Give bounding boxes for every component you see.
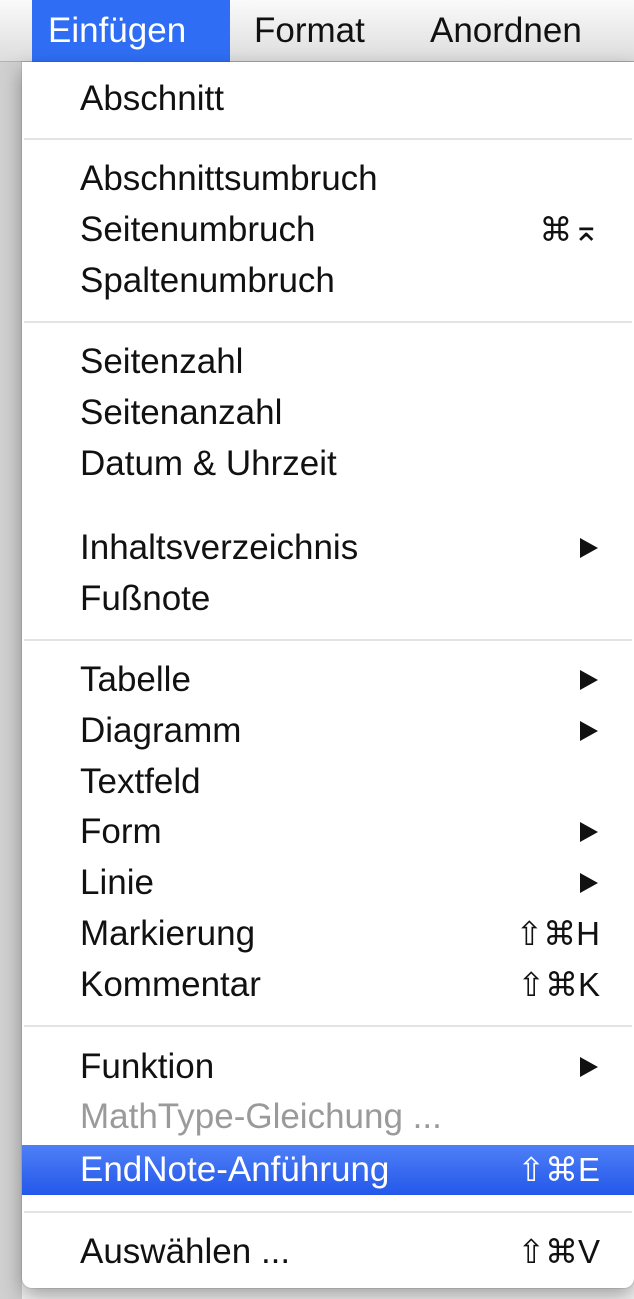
menu-item-fussnote[interactable]: Fußnote	[22, 574, 634, 624]
menu-item-label: Abschnitt	[80, 79, 224, 118]
submenu-arrow-icon	[580, 538, 598, 558]
menu-bar: Einfügen Format Anordnen	[0, 0, 634, 62]
menu-item-label: Funktion	[80, 1047, 215, 1086]
menubar-item-einfuegen[interactable]: Einfügen	[32, 0, 230, 62]
menu-item-label: Seitenzahl	[80, 342, 244, 381]
menu-item-label: Form	[80, 812, 162, 851]
menu-item-label: EndNote-Anführung	[80, 1150, 390, 1189]
submenu-arrow-icon	[580, 822, 598, 842]
submenu-arrow-icon	[580, 670, 598, 690]
menu-item-label: Kommentar	[80, 965, 261, 1004]
menu-item-spaltenumbruch[interactable]: Spaltenumbruch	[22, 256, 634, 306]
menu-item-abschnittsumbruch[interactable]: Abschnittsumbruch	[22, 154, 634, 204]
menu-item-seitenumbruch[interactable]: Seitenumbruch ⌘⌅	[22, 205, 634, 255]
menu-item-label: Fußnote	[80, 579, 211, 618]
submenu-arrow-icon	[580, 1057, 598, 1077]
menu-item-form[interactable]: Form	[22, 807, 634, 857]
menu-separator	[24, 639, 632, 641]
menu-separator	[24, 1211, 632, 1213]
menu-item-textfeld[interactable]: Textfeld	[22, 757, 634, 807]
keyboard-shortcut: ⇧⌘H	[515, 915, 600, 952]
menu-item-label: Linie	[80, 863, 154, 902]
menubar-item-anordnen[interactable]: Anordnen	[430, 0, 582, 62]
menu-item-diagramm[interactable]: Diagramm	[22, 706, 634, 756]
menu-item-label: Inhaltsverzeichnis	[80, 528, 359, 567]
menu-item-label: Seitenanzahl	[80, 393, 283, 432]
menubar-item-format[interactable]: Format	[254, 0, 365, 62]
submenu-arrow-icon	[580, 873, 598, 893]
menu-item-label: Tabelle	[80, 660, 191, 699]
submenu-arrow-icon	[580, 721, 598, 741]
menu-item-label: Abschnittsumbruch	[80, 159, 378, 198]
menu-item-endnote-anfuehrung[interactable]: EndNote-Anführung ⇧⌘E	[22, 1145, 634, 1195]
menu-item-label: Spaltenumbruch	[80, 261, 335, 300]
menu-item-label: Diagramm	[80, 711, 242, 750]
keyboard-shortcut: ⇧⌘E	[517, 1151, 600, 1188]
menu-separator	[24, 138, 632, 140]
menu-item-seitenanzahl[interactable]: Seitenanzahl	[22, 388, 634, 438]
menu-item-datum-uhrzeit[interactable]: Datum & Uhrzeit	[22, 439, 634, 489]
menu-item-seitenzahl[interactable]: Seitenzahl	[22, 337, 634, 387]
keyboard-shortcut: ⇧⌘K	[517, 966, 600, 1003]
menu-item-label: Textfeld	[80, 762, 201, 801]
menu-separator	[24, 321, 632, 323]
menu-item-tabelle[interactable]: Tabelle	[22, 655, 634, 705]
keyboard-shortcut: ⌘⌅	[539, 211, 600, 248]
menu-item-abschnitt[interactable]: Abschnitt	[22, 74, 634, 124]
einfuegen-dropdown-menu: Abschnitt Abschnittsumbruch Seitenumbruc…	[22, 62, 634, 1288]
menu-item-funktion[interactable]: Funktion	[22, 1042, 634, 1092]
menu-item-linie[interactable]: Linie	[22, 858, 634, 908]
menu-item-label: Auswählen ...	[80, 1232, 291, 1271]
menu-item-label: Datum & Uhrzeit	[80, 444, 337, 483]
menu-item-label: Markierung	[80, 914, 256, 953]
background-window-edge	[0, 62, 22, 1299]
menu-item-auswaehlen[interactable]: Auswählen ... ⇧⌘V	[22, 1227, 634, 1277]
menu-separator	[24, 1025, 632, 1027]
keyboard-shortcut: ⇧⌘V	[517, 1233, 600, 1270]
menu-item-label: Seitenumbruch	[80, 210, 316, 249]
menu-item-kommentar[interactable]: Kommentar ⇧⌘K	[22, 960, 634, 1010]
menu-item-label: MathType-Gleichung ...	[80, 1097, 442, 1136]
menu-item-mathtype-gleichung: MathType-Gleichung ...	[22, 1092, 634, 1142]
menu-item-inhaltsverzeichnis[interactable]: Inhaltsverzeichnis	[22, 523, 634, 573]
menu-item-markierung[interactable]: Markierung ⇧⌘H	[22, 909, 634, 959]
